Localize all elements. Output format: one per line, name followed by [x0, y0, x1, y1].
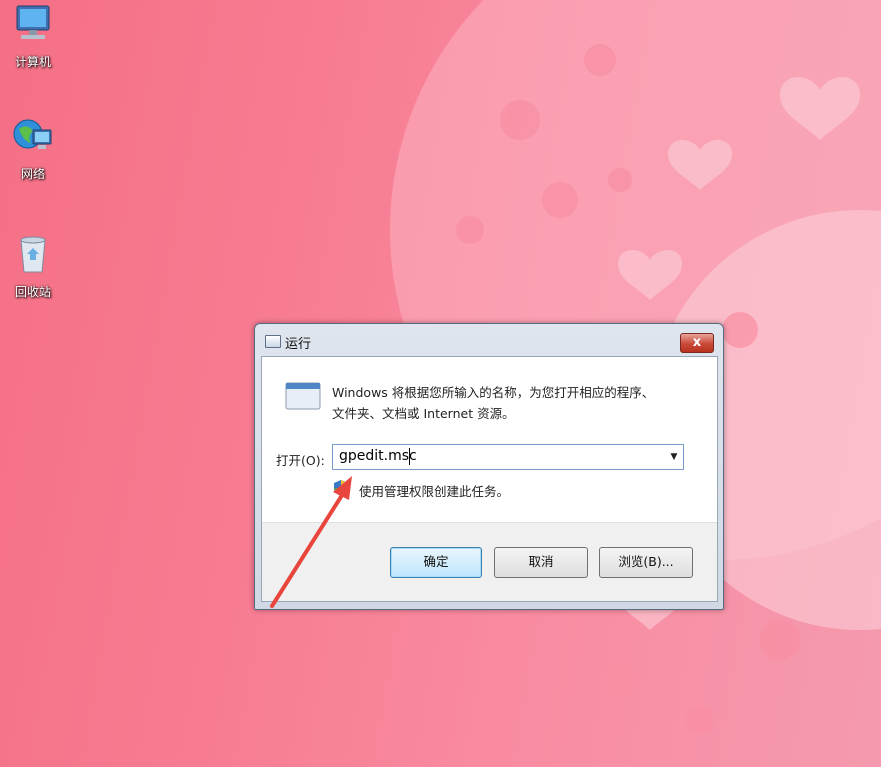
dialog-content: Windows 将根据您所输入的名称，为您打开相应的程序、 文件夹、文档或 In…	[261, 356, 718, 602]
desktop-icon-label: 计算机	[14, 55, 51, 69]
close-icon: x	[692, 335, 702, 350]
desktop-icon-computer[interactable]: 计算机	[4, 2, 62, 70]
cancel-button[interactable]: 取消	[494, 547, 588, 578]
run-program-icon	[285, 382, 321, 410]
desktop-icon-label: 回收站	[14, 285, 51, 299]
desktop-icon-label: 网络	[20, 167, 45, 181]
run-dialog: 运行 x Windows 将根据您所输入的名称，为您打开相应的程序、 文件夹、文…	[254, 323, 724, 610]
desktop-icon-network[interactable]: 网络	[4, 114, 62, 182]
browse-button[interactable]: 浏览(B)...	[599, 547, 693, 578]
command-combobox[interactable]: gpedit.msc ▼	[332, 444, 684, 470]
dialog-titlebar[interactable]: 运行 x	[255, 324, 723, 356]
dialog-title: 运行	[285, 337, 312, 352]
uac-shield-icon	[334, 480, 348, 496]
computer-icon	[16, 5, 50, 39]
open-label: 打开(O):	[276, 453, 325, 468]
run-window-icon	[265, 335, 281, 348]
recycle-bin-icon	[20, 236, 46, 273]
description-line-1: Windows 将根据您所输入的名称，为您打开相应的程序、	[332, 385, 655, 400]
desktop-icon-recycle-bin[interactable]: 回收站	[4, 232, 62, 300]
dialog-description: Windows 将根据您所输入的名称，为您打开相应的程序、 文件夹、文档或 In…	[332, 382, 702, 424]
description-line-2: 文件夹、文档或 Internet 资源。	[332, 406, 515, 421]
network-icon	[13, 119, 52, 149]
ok-button[interactable]: 确定	[390, 547, 482, 578]
close-button[interactable]: x	[680, 333, 714, 353]
command-input[interactable]: gpedit.msc	[339, 448, 417, 464]
admin-privilege-note: 使用管理权限创建此任务。	[359, 484, 510, 499]
text-caret	[409, 448, 410, 465]
dropdown-arrow-icon[interactable]: ▼	[665, 445, 683, 469]
